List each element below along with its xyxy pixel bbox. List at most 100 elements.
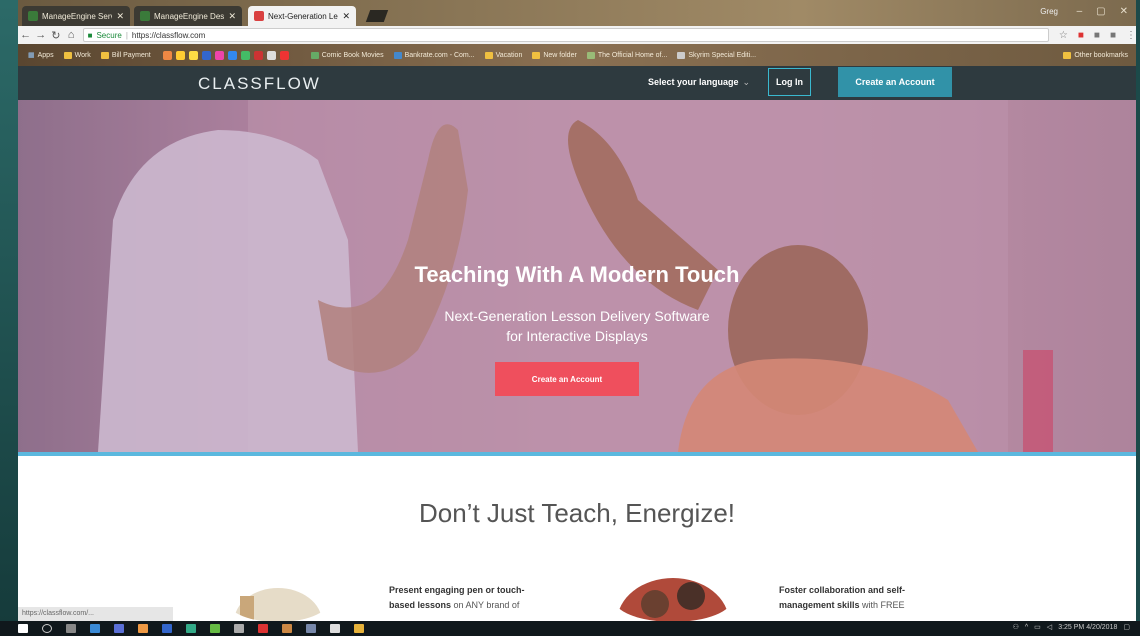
- bookmark-icon-group: [162, 50, 289, 60]
- app-icon[interactable]: [354, 624, 364, 633]
- bookmark-favicon-icon[interactable]: [240, 50, 250, 60]
- login-button[interactable]: Log In: [768, 68, 811, 96]
- app-icon[interactable]: [114, 624, 124, 633]
- toolbar-actions: ☆ ■ ■ ■ ⋮: [1059, 30, 1136, 41]
- tab-close-icon[interactable]: ✕: [116, 11, 124, 22]
- minimize-icon[interactable]: –: [1077, 6, 1083, 17]
- volume-icon[interactable]: ◁: [1047, 623, 1052, 631]
- bookmark-star-icon[interactable]: ☆: [1059, 30, 1068, 41]
- tab-close-icon[interactable]: ✕: [228, 11, 236, 22]
- back-icon[interactable]: ←: [18, 29, 33, 41]
- tab-title: ManageEngine Desktop: [154, 11, 225, 21]
- bookmark-favicon-icon[interactable]: [201, 50, 211, 60]
- profile-name[interactable]: Greg: [1040, 7, 1058, 16]
- app-icon[interactable]: [306, 624, 316, 633]
- home-icon[interactable]: ⌂: [63, 29, 78, 41]
- bookmark-label: Work: [74, 51, 91, 59]
- app-icon[interactable]: [210, 624, 220, 633]
- apps-grid-icon: ▦: [28, 52, 35, 59]
- bookmark-label: Apps: [37, 51, 54, 59]
- site-header: CLASSFLOW Select your language ⌄ Log In C…: [18, 66, 1136, 100]
- app-icon[interactable]: [186, 624, 196, 633]
- url-text: https://classflow.com: [131, 30, 206, 40]
- bookmark-favicon-icon[interactable]: [175, 50, 185, 60]
- bookmark-label: Bankrate.com - Com...: [404, 51, 475, 59]
- bookmark-favicon-icon[interactable]: [253, 50, 263, 60]
- feature-text: Foster collaboration and self-: [779, 585, 906, 595]
- network-icon[interactable]: ▭: [1034, 623, 1041, 631]
- chrome-icon[interactable]: [138, 624, 148, 633]
- bookmark-favicon-icon[interactable]: [266, 50, 276, 60]
- app-icon[interactable]: [162, 624, 172, 633]
- url-separator: |: [125, 30, 128, 40]
- feature-image-pen: [234, 588, 322, 622]
- bookmark-official-home[interactable]: The Official Home of...: [586, 51, 667, 59]
- bookmark-favicon-icon[interactable]: [279, 50, 289, 60]
- feature-collaboration: Foster collaboration and self- managemen…: [779, 583, 905, 613]
- notification-icon[interactable]: ▢: [1123, 623, 1130, 631]
- app-icon[interactable]: [330, 624, 340, 633]
- bookmark-vacation[interactable]: Vacation: [484, 51, 523, 59]
- menu-dots-icon[interactable]: ⋮: [1126, 30, 1136, 41]
- reload-icon[interactable]: ↻: [48, 29, 63, 42]
- close-window-icon[interactable]: ✕: [1120, 6, 1128, 17]
- bookmark-favicon-icon[interactable]: [214, 50, 224, 60]
- bookmark-favicon-icon[interactable]: [227, 50, 237, 60]
- maximize-icon[interactable]: ▢: [1096, 6, 1105, 17]
- clock[interactable]: 3:25 PM 4/20/2018: [1058, 624, 1117, 631]
- app-icon[interactable]: [258, 624, 268, 633]
- browser-tab-classflow[interactable]: Next-Generation Lesso ✕: [248, 6, 356, 26]
- window-controls: – ▢ ✕: [1077, 6, 1128, 17]
- people-icon[interactable]: ⚇: [1013, 623, 1019, 631]
- bookmark-comic[interactable]: Comic Book Movies: [310, 51, 384, 59]
- forward-icon[interactable]: →: [33, 29, 48, 41]
- bookmark-favicon-icon: [586, 51, 595, 59]
- task-view-icon[interactable]: [66, 624, 76, 633]
- bookmark-favicon-icon[interactable]: [188, 50, 198, 60]
- extension-icon[interactable]: ■: [1078, 30, 1084, 41]
- windows-start-icon[interactable]: [18, 624, 28, 633]
- bookmark-other[interactable]: Other bookmarks: [1063, 51, 1128, 59]
- bookmark-apps[interactable]: ▦ Apps: [28, 51, 54, 60]
- tab-strip: ManageEngine ServiceD ✕ ManageEngine Des…: [18, 0, 1136, 26]
- bookmark-favicon-icon: [677, 51, 686, 59]
- feature-text: based lessons: [389, 600, 452, 610]
- bookmark-new-folder[interactable]: New folder: [532, 51, 577, 59]
- new-tab-button[interactable]: [365, 10, 389, 22]
- bookmark-favicon-icon[interactable]: [162, 50, 172, 60]
- create-account-header-button[interactable]: Create an Account: [838, 67, 952, 97]
- browser-window: ManageEngine ServiceD ✕ ManageEngine Des…: [18, 0, 1136, 636]
- extension-icon[interactable]: ■: [1110, 30, 1116, 41]
- tab-close-icon[interactable]: ✕: [342, 11, 350, 22]
- tab-title: Next-Generation Lesso: [268, 11, 338, 21]
- file-explorer-icon[interactable]: [90, 624, 100, 633]
- chevron-down-icon: ⌄: [742, 77, 751, 87]
- bookmark-bankrate[interactable]: Bankrate.com - Com...: [393, 51, 475, 59]
- language-selector[interactable]: Select your language ⌄: [648, 77, 750, 88]
- status-bar-url: https://classflow.com/...: [18, 607, 173, 621]
- bookmark-bill-payment[interactable]: Bill Payment: [100, 51, 151, 59]
- address-bar[interactable]: ■ Secure | https://classflow.com: [82, 28, 1049, 42]
- section-title: Don’t Just Teach, Energize!: [418, 498, 736, 528]
- app-icon[interactable]: [234, 624, 244, 633]
- bookmark-work[interactable]: Work: [63, 51, 91, 59]
- lock-icon: ■: [87, 30, 93, 40]
- browser-tab-desktop[interactable]: ManageEngine Desktop ✕: [134, 6, 242, 26]
- classflow-logo[interactable]: CLASSFLOW: [198, 74, 321, 94]
- extension-icon[interactable]: ■: [1094, 30, 1100, 41]
- chevron-up-icon[interactable]: ^: [1025, 624, 1028, 631]
- bookmark-skyrim[interactable]: Skyrim Special Editi...: [677, 51, 756, 59]
- browser-tab-servicedesk[interactable]: ManageEngine ServiceD ✕: [22, 6, 130, 26]
- secure-label: Secure: [96, 30, 122, 40]
- bookmark-label: Vacation: [495, 51, 523, 59]
- folder-icon: [532, 51, 541, 59]
- bookmark-label: Other bookmarks: [1074, 51, 1128, 59]
- hero-banner: Teaching With A Modern Touch Next-Genera…: [18, 100, 1136, 452]
- create-account-hero-button[interactable]: Create an Account: [495, 362, 639, 396]
- search-icon[interactable]: [42, 624, 52, 633]
- bookmark-favicon-icon: [310, 51, 319, 59]
- folder-icon: [63, 51, 72, 59]
- app-icon[interactable]: [282, 624, 292, 633]
- folder-icon: [484, 51, 493, 59]
- clock-date: 4/20/2018: [1086, 623, 1118, 631]
